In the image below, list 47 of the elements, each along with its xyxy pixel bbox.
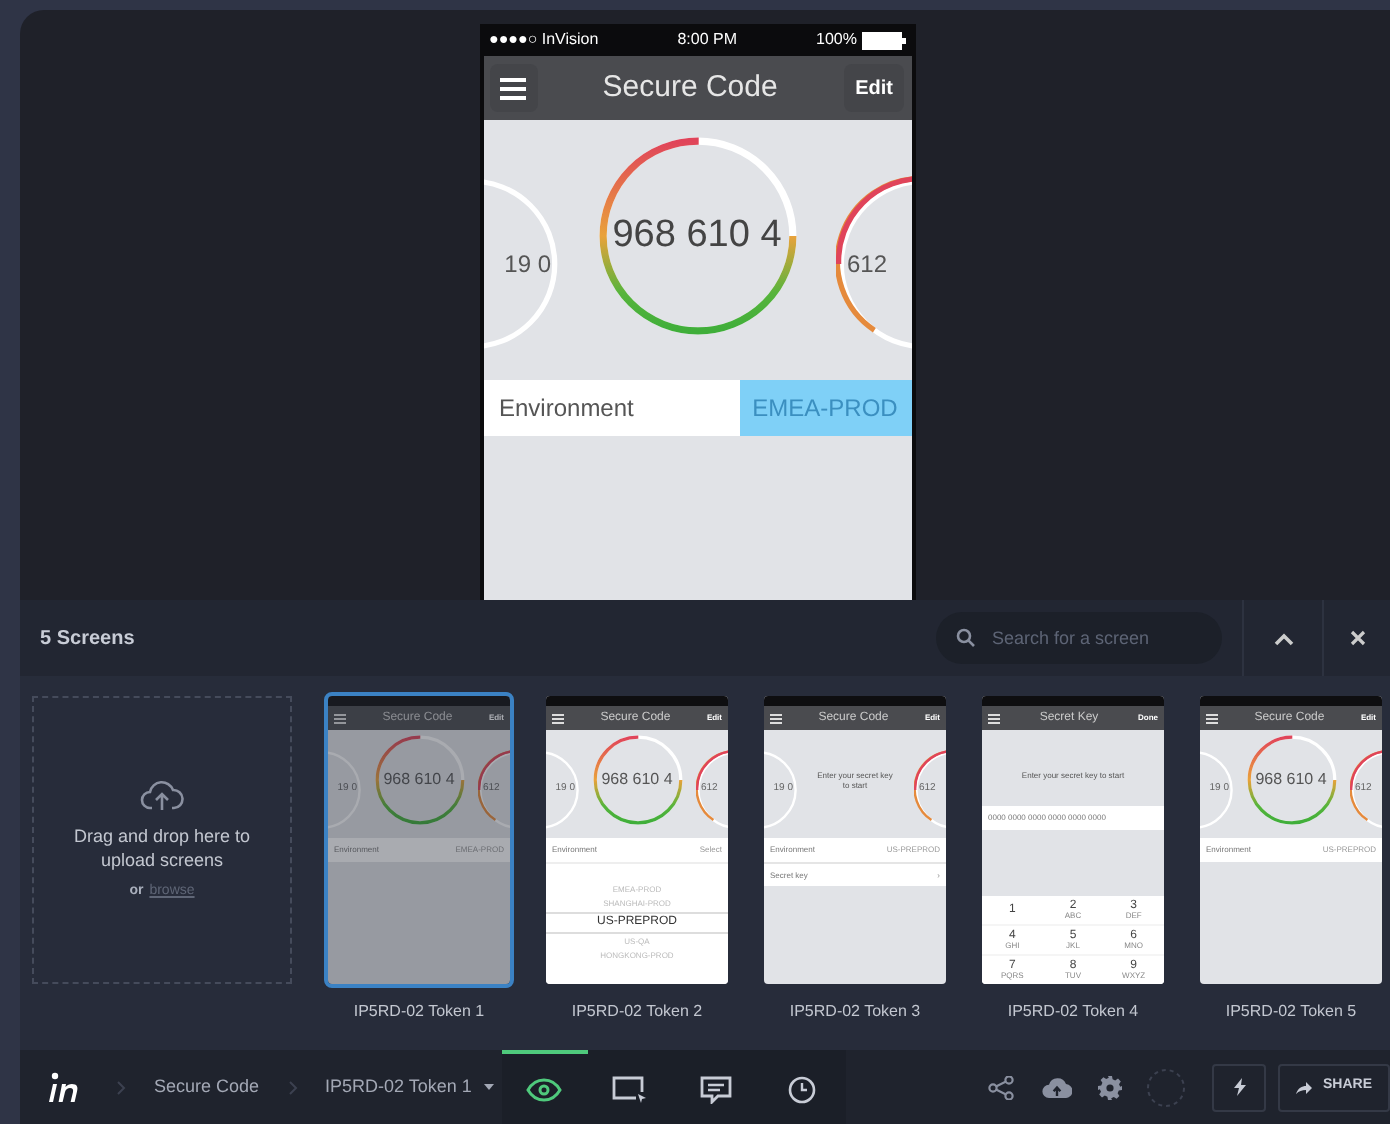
status-time: 8:00 PM [677,28,738,52]
environment-label: Environment [483,380,739,436]
cloud-upload-icon[interactable] [1042,1076,1073,1098]
code-text: 968 610 4 [383,768,455,792]
code-text: 968 610 4 [612,211,782,260]
breadcrumb-link[interactable]: Secure Code [154,1073,260,1101]
menu-icon [988,713,1000,723]
cloud-upload-icon [140,777,184,814]
eye-icon [526,1077,563,1101]
menu-button[interactable] [489,64,537,112]
close-icon [1349,630,1365,646]
battery-percent: 100% [816,28,857,52]
lightning-button[interactable] [1212,1063,1267,1111]
screen-title: Secure Code [602,67,778,108]
menu-icon [334,713,346,723]
chevron-right-icon [116,1079,126,1095]
clock-icon [788,1075,817,1103]
chevron-right-icon [287,1079,298,1095]
menu-icon [552,713,564,723]
code-text: 968 610 4 [1255,768,1327,792]
screen-name: IP5RD-02 Token 1 [353,1000,485,1024]
lightning-icon [1233,1078,1246,1096]
carrier-label: ●●●●○ InVision [489,28,599,52]
breadcrumb-link[interactable]: IP5RD-02 Token 1 [325,1073,472,1101]
chevron-up-icon [1273,631,1293,645]
search-field[interactable]: Search for a screen [936,612,1222,664]
menu-icon [770,713,782,723]
screen-name: IP5RD-02 Token 3 [789,1000,921,1024]
comment-icon [700,1075,733,1103]
share-arrow-icon [1296,1081,1313,1093]
menu-icon [500,77,526,99]
edit-button[interactable]: Edit [843,64,905,112]
share-nodes-icon[interactable] [988,1075,1015,1099]
screen-name: IP5RD-02 Token 2 [571,1000,703,1024]
settings-icon[interactable] [1098,1075,1123,1099]
code-text: 19 0 [504,248,551,282]
menu-icon [1206,713,1218,723]
screen-name: IP5RD-02 Token 4 [1007,1000,1139,1024]
search-icon [956,628,976,648]
screen-cursor-icon [612,1075,649,1103]
upload-instructions: Drag and drop here to upload screens [71,823,253,872]
battery-icon [861,31,905,49]
code-text: 612 [847,248,888,282]
screens-count: 5 Screens [40,625,135,653]
code-text: 968 610 4 [601,768,673,792]
screen-name: IP5RD-02 Token 5 [1225,1000,1357,1024]
caret-icon[interactable] [483,1084,494,1090]
